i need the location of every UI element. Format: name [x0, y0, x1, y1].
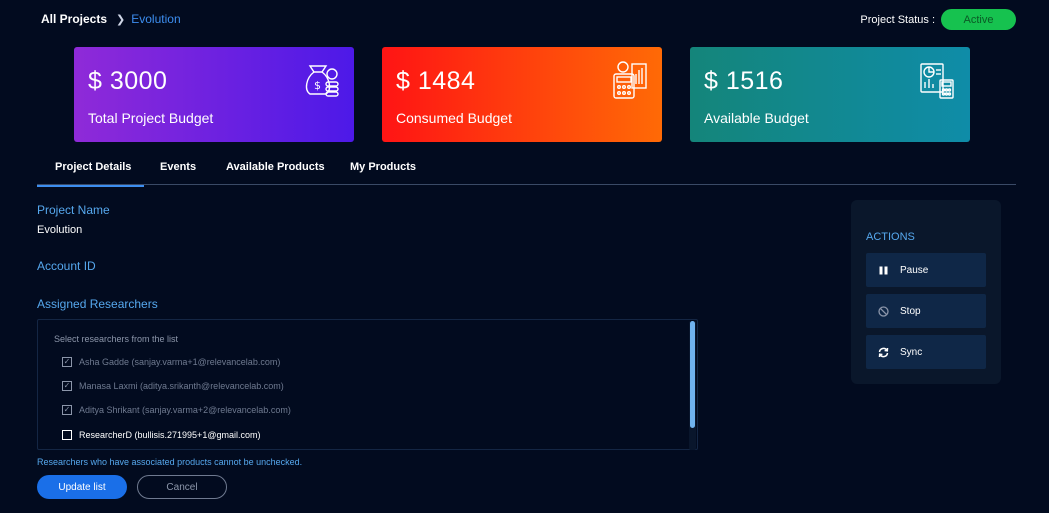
researcher-name: Aditya Shrikant (sanjay.varma+2@relevanc… — [79, 405, 291, 415]
tab-bar: Project Details Events Available Product… — [37, 152, 1016, 187]
available-budget-card: $ 1516 Available Budget — [690, 47, 970, 142]
researcher-item[interactable]: ResearcherD (bullisis.271995+1@gmail.com… — [62, 430, 260, 440]
actions-title: ACTIONS — [866, 231, 915, 243]
researcher-name: Asha Gadde (sanjay.varma+1@relevancelab.… — [79, 357, 281, 367]
money-bag-icon: $ — [305, 65, 339, 97]
consumed-budget-amount: $ 1484 — [396, 67, 476, 95]
available-budget-amount: $ 1516 — [704, 67, 784, 95]
available-budget-label: Available Budget — [704, 110, 809, 126]
breadcrumb: All Projects ❯ Evolution — [41, 12, 181, 26]
stop-icon — [878, 305, 889, 317]
account-id-label: Account ID — [37, 259, 96, 273]
actions-panel: ACTIONS Pause Stop Sync — [851, 200, 1001, 384]
researcher-name: Manasa Laxmi (aditya.srikanth@relevancel… — [79, 381, 284, 391]
researcher-item: ✓ Manasa Laxmi (aditya.srikanth@relevanc… — [62, 381, 284, 391]
total-budget-card: $ 3000 Total Project Budget $ — [74, 47, 354, 142]
project-name-value: Evolution — [37, 224, 83, 236]
pause-button[interactable]: Pause — [866, 253, 986, 287]
researchers-list: Select researchers from the list ✓ Asha … — [37, 319, 698, 450]
researcher-name: ResearcherD (bullisis.271995+1@gmail.com… — [79, 430, 261, 440]
researcher-checkbox: ✓ — [62, 405, 72, 415]
researcher-item: ✓ Asha Gadde (sanjay.varma+1@relevancela… — [62, 357, 280, 367]
tab-project-details[interactable]: Project Details — [37, 161, 144, 187]
researcher-checkbox: ✓ — [62, 357, 72, 367]
researcher-checkbox: ✓ — [62, 381, 72, 391]
stop-button[interactable]: Stop — [866, 294, 986, 328]
total-budget-label: Total Project Budget — [88, 110, 214, 126]
tab-events[interactable]: Events — [160, 161, 196, 173]
calculator-chart-icon — [613, 61, 647, 99]
svg-text:$: $ — [314, 79, 321, 92]
sync-icon — [878, 347, 889, 358]
breadcrumb-current-project: Evolution — [131, 12, 181, 26]
researchers-note: Researchers who have associated products… — [37, 457, 303, 467]
assigned-researchers-label: Assigned Researchers — [37, 297, 158, 311]
researchers-hint: Select researchers from the list — [54, 334, 179, 344]
cancel-button[interactable]: Cancel — [137, 475, 227, 499]
project-status-label: Project Status : — [860, 13, 935, 26]
consumed-budget-label: Consumed Budget — [396, 110, 512, 126]
researcher-checkbox[interactable] — [62, 430, 72, 440]
pause-icon — [878, 265, 889, 276]
status-badge: Active — [941, 9, 1016, 30]
project-name-label: Project Name — [37, 203, 110, 217]
update-list-button[interactable]: Update list — [37, 475, 127, 499]
total-budget-amount: $ 3000 — [88, 67, 168, 95]
tab-available-products[interactable]: Available Products — [226, 161, 325, 173]
stop-label: Stop — [900, 305, 921, 317]
researchers-scrollbar[interactable] — [689, 321, 696, 450]
sync-button[interactable]: Sync — [866, 335, 986, 369]
sync-label: Sync — [900, 346, 923, 358]
researcher-item: ✓ Aditya Shrikant (sanjay.varma+2@releva… — [62, 405, 291, 415]
project-status: Project Status : Active — [860, 9, 1016, 30]
budget-report-icon — [920, 63, 954, 99]
tab-my-products[interactable]: My Products — [350, 161, 416, 173]
scrollbar-thumb[interactable] — [690, 321, 695, 428]
pause-label: Pause — [900, 264, 929, 276]
breadcrumb-all-projects[interactable]: All Projects — [41, 12, 107, 26]
consumed-budget-card: $ 1484 Consumed Budget — [382, 47, 662, 142]
chevron-right-icon: ❯ — [116, 13, 126, 26]
